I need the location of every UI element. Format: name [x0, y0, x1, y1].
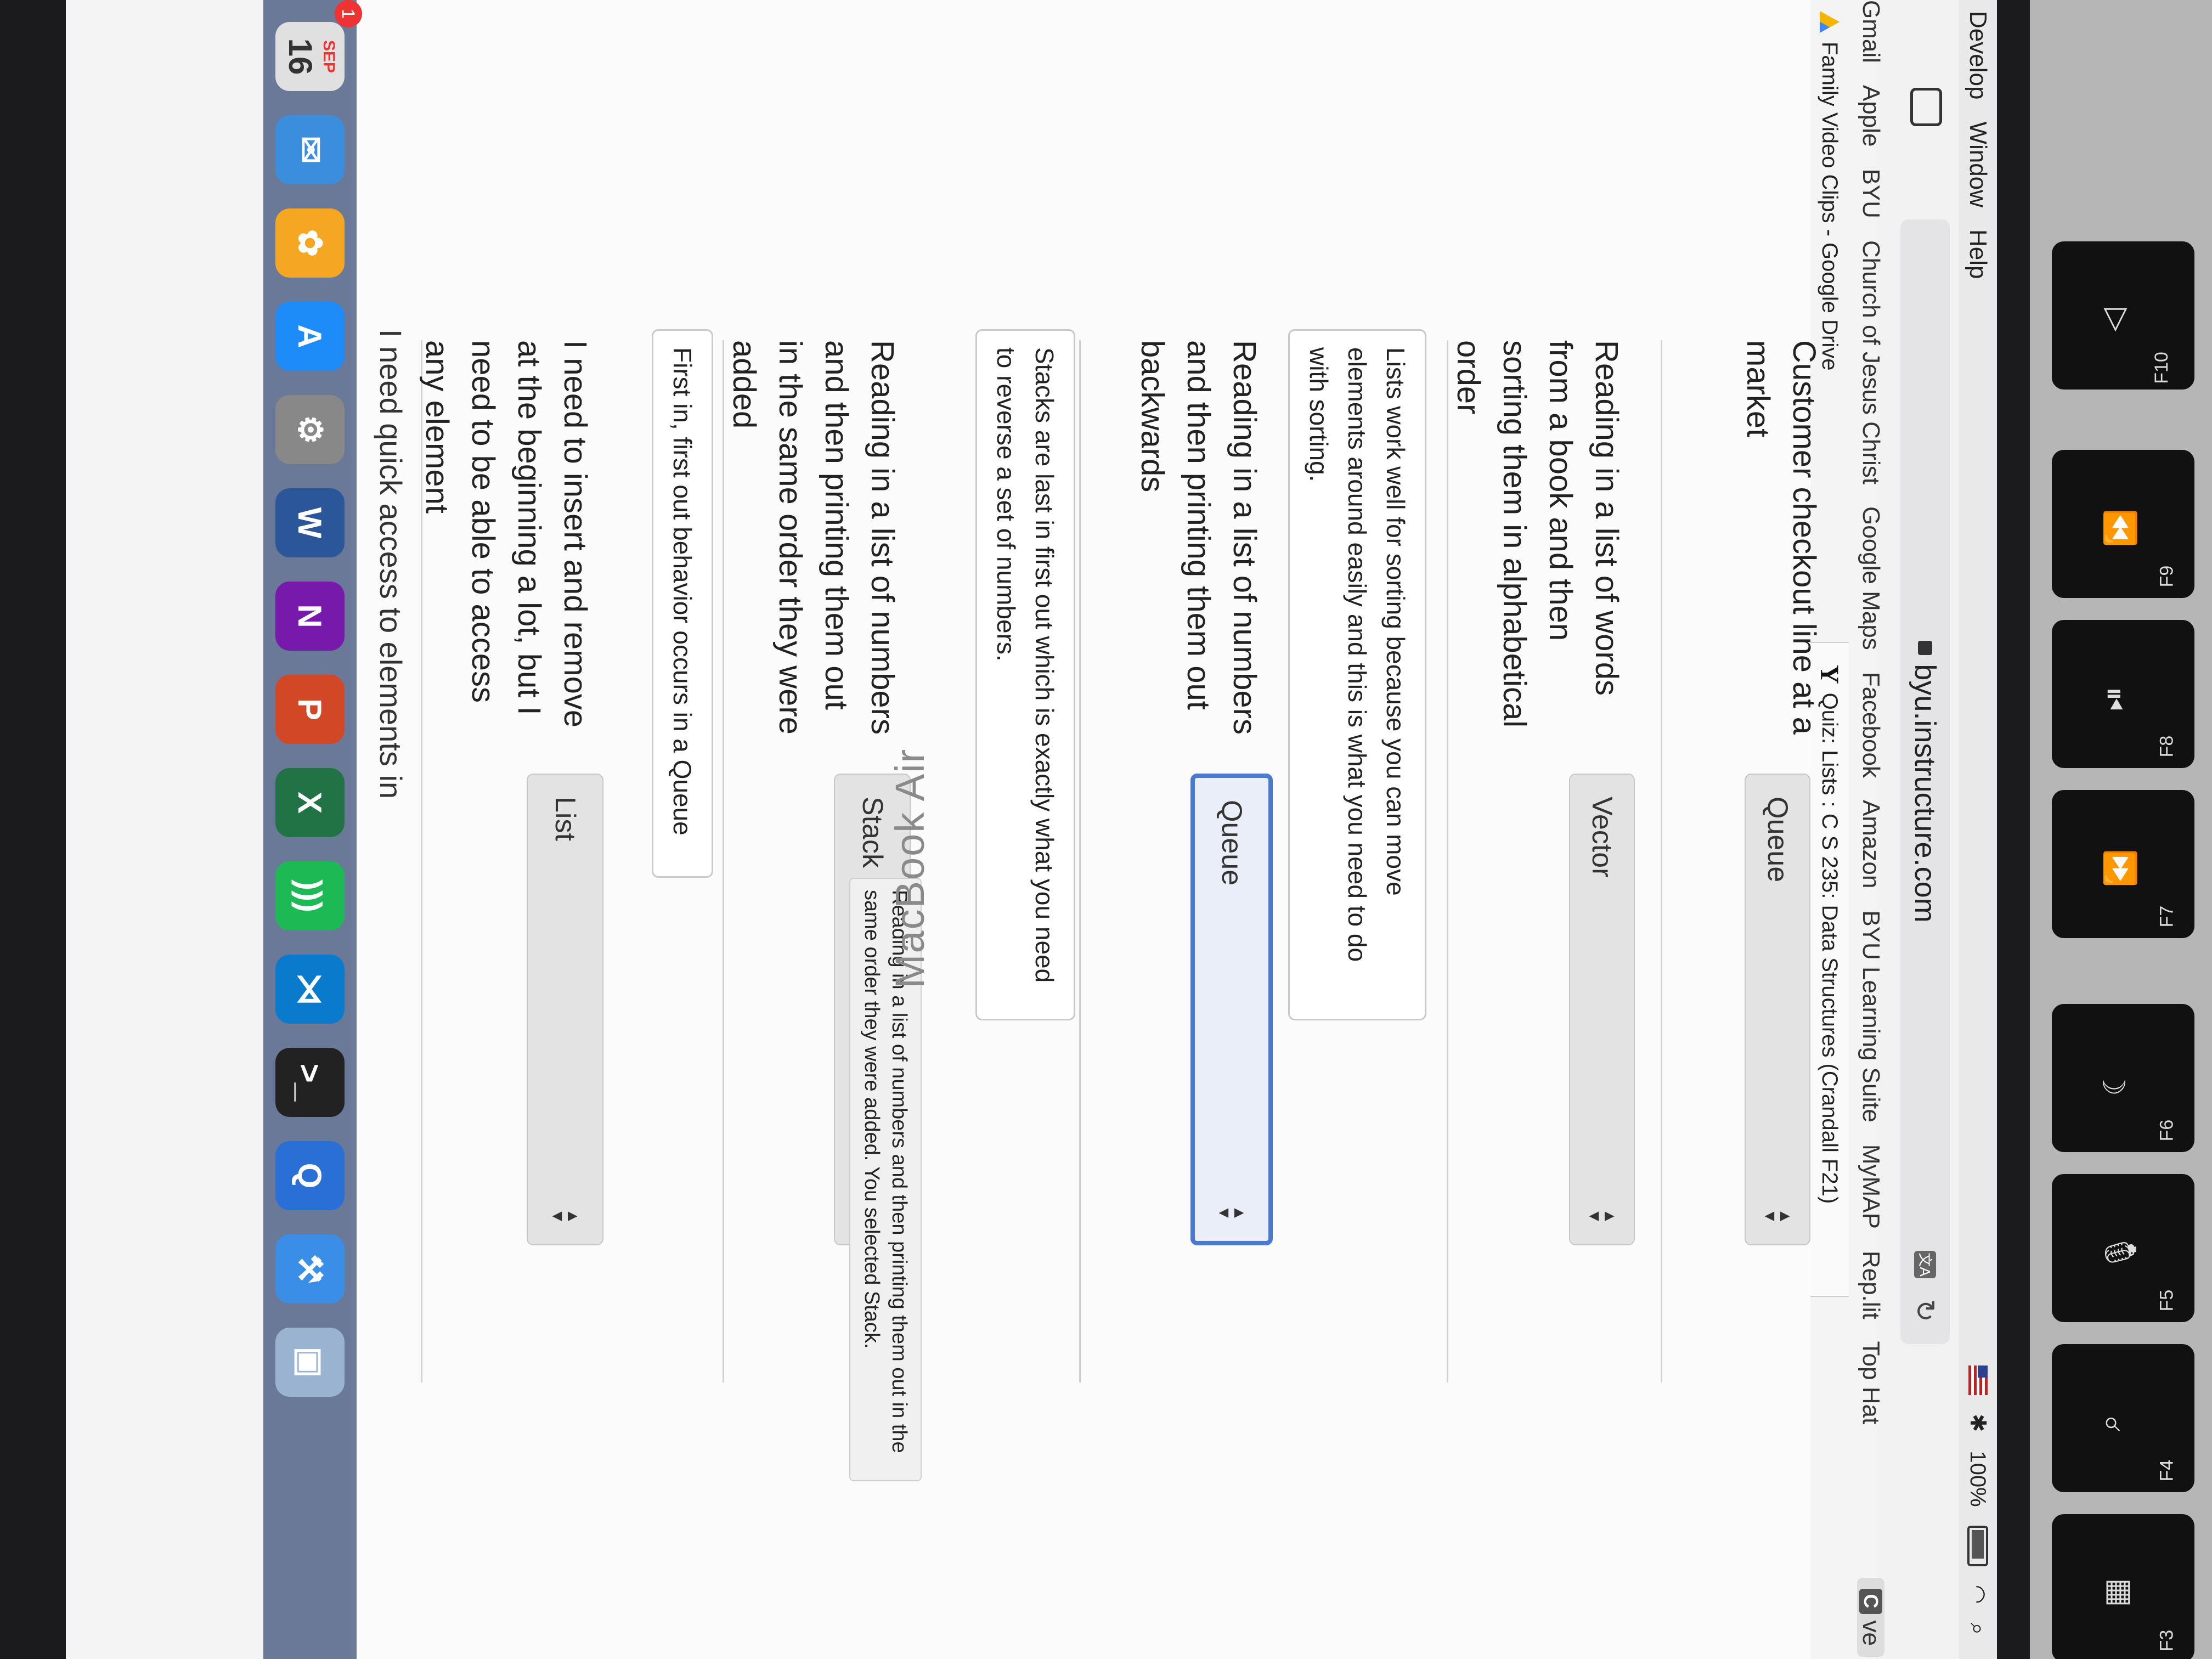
status-area: ✱ 100% ◠ ⌕	[1965, 1365, 1990, 1659]
bookmark-byu[interactable]: BYU	[1857, 168, 1884, 218]
menu-help[interactable]: Help	[1964, 229, 1991, 279]
select-arrows-icon: ▲▼	[1585, 1208, 1619, 1224]
select-value: List	[549, 797, 581, 841]
menu-bar: Develop Window Help ✱ 100% ◠ ⌕	[1959, 0, 1997, 1659]
settings-app-icon[interactable]: ⚙	[275, 395, 345, 464]
select-arrows-icon: ▲▼	[549, 1208, 582, 1224]
feedback-box: First in, first out behavior occurs in a…	[652, 329, 713, 878]
bookmark-gmail[interactable]: Gmail	[1857, 0, 1884, 63]
keyboard: F3 ▦ F4 ⌕ F5 🎙 F6 ☾ F7 ⏪ F8 ⏯ F9 ⏩ F10 ◁	[2030, 0, 2212, 1659]
answer-select[interactable]: Vector ▲ ▼	[1569, 774, 1635, 1245]
menu-develop[interactable]: Develop	[1964, 11, 1991, 99]
address-bar[interactable]: byu.instructure.com 文A ↻	[1900, 219, 1950, 1344]
key-f7[interactable]: F7 ⏪	[2052, 790, 2194, 938]
photos-app-icon[interactable]: ✿	[275, 208, 345, 278]
question-text: I need to insert and remove at the begin…	[419, 340, 593, 728]
bookmark-replit[interactable]: Rep.lit	[1857, 1251, 1884, 1319]
battery-percent: 100%	[1966, 1451, 1990, 1507]
bookmark-google-maps[interactable]: Google Maps	[1857, 506, 1884, 650]
extension-label: ve	[1858, 1620, 1884, 1646]
select-value: Queue	[1216, 800, 1248, 886]
question-row: Customer checkout line at a market Queue…	[1661, 340, 1822, 1383]
wifi-icon[interactable]: ◠	[1965, 1585, 1990, 1604]
feedback-box: Stacks are last in first out which is ex…	[975, 329, 1075, 1020]
vscode-app-icon[interactable]: ⋊	[275, 955, 345, 1024]
device-label: MacBook Air	[887, 748, 933, 989]
spotlight-search-icon[interactable]: ⌕	[1966, 1623, 1990, 1635]
translate-icon[interactable]: 文A	[1914, 1251, 1936, 1278]
url-text: byu.instructure.com	[1909, 664, 1942, 923]
answer-select[interactable]: Queue ▲ ▼	[1745, 774, 1810, 1245]
tab-bar: Family Video Clips - Google Drive Y Quiz…	[1810, 0, 1849, 1659]
question-text: Customer checkout line at a market	[1740, 340, 1822, 735]
question-row: Reading in a list of words from a book a…	[1447, 340, 1646, 1383]
bookmark-tophat[interactable]: Top Hat	[1857, 1341, 1884, 1425]
xcode-app-icon[interactable]: ⚒	[275, 1234, 345, 1304]
tab-label: Family Video Clips - Google Drive	[1818, 42, 1842, 371]
laptop-screen: Develop Window Help ✱ 100% ◠ ⌕ byu.instr…	[66, 0, 1997, 1659]
select-value: Queue	[1762, 797, 1793, 883]
quiz-content: Customer checkout line at a market Queue…	[351, 0, 1822, 1659]
dock: SEP 16 ✉ ✿ A ⚙ W N P X ))) ⋊ >_ Q ⚒ ▣ 1	[263, 0, 362, 1659]
mail-app-icon[interactable]: ✉	[275, 115, 345, 184]
appstore-app-icon[interactable]: A	[275, 302, 345, 371]
key-f5[interactable]: F5 🎙	[2052, 1174, 2194, 1322]
bookmark-amazon[interactable]: Amazon	[1857, 800, 1884, 888]
bookmark-facebook[interactable]: Facebook	[1857, 672, 1884, 778]
key-f10[interactable]: F10 ◁	[2052, 241, 2194, 390]
question-row: Reading in a list of numbers and then pr…	[1079, 340, 1284, 1383]
calendar-app-icon[interactable]: SEP 16	[275, 22, 345, 91]
select-value: Vector	[1586, 797, 1618, 878]
answer-select[interactable]: Queue ▲ ▼	[1190, 774, 1273, 1245]
answer-select[interactable]: List ▲ ▼	[527, 774, 603, 1245]
spotify-app-icon[interactable]: )))	[275, 861, 345, 930]
feedback-box: Lists work well for sorting because you …	[1288, 329, 1426, 1020]
calendar-day: 16	[282, 38, 319, 75]
sidebar-toggle-icon[interactable]	[1910, 88, 1942, 126]
notification-badge: 1	[335, 0, 362, 27]
excel-app-icon[interactable]: X	[275, 768, 345, 837]
terminal-app-icon[interactable]: >_	[275, 1048, 345, 1117]
word-app-icon[interactable]: W	[275, 488, 345, 557]
question-text: Reading in a list of numbers and then pr…	[726, 340, 900, 735]
quicktime-app-icon[interactable]: Q	[275, 1141, 345, 1210]
key-f3[interactable]: F3 ▦	[2052, 1514, 2194, 1659]
question-text: Reading in a list of numbers and then pr…	[1135, 340, 1262, 735]
question-text: Reading in a list of words from a book a…	[1451, 340, 1624, 728]
reload-icon[interactable]: ↻	[1909, 1299, 1941, 1322]
tab-quiz[interactable]: Y Quiz: Lists : C S 235: Data Structures…	[1810, 643, 1849, 1297]
input-source-flag-icon[interactable]	[1968, 1365, 1988, 1395]
bookmarks-bar: Gmail Apple BYU Church of Jesus Christ G…	[1852, 0, 1890, 1659]
menu-window[interactable]: Window	[1964, 121, 1991, 207]
bookmark-church[interactable]: Church of Jesus Christ	[1857, 240, 1884, 484]
tab-label: Quiz: Lists : C S 235: Data Structures (…	[1818, 692, 1842, 1204]
key-f4[interactable]: F4 ⌕	[2052, 1344, 2194, 1492]
preview-app-icon[interactable]: ▣	[275, 1328, 345, 1397]
select-value: Stack	[856, 797, 888, 868]
bluetooth-icon[interactable]: ✱	[1965, 1414, 1990, 1432]
google-drive-icon	[1820, 11, 1839, 33]
key-f9[interactable]: F9 ⏩	[2052, 450, 2194, 598]
battery-icon[interactable]	[1967, 1525, 1988, 1566]
key-f8[interactable]: F8 ⏯	[2052, 620, 2194, 768]
question-row: I need to insert and remove at the begin…	[419, 340, 614, 1383]
calendar-month: SEP	[320, 40, 338, 74]
bookmark-mymap[interactable]: MyMAP	[1857, 1144, 1884, 1229]
select-arrows-icon: ▲▼	[1761, 1208, 1795, 1224]
select-arrows-icon: ▲▼	[1215, 1205, 1249, 1221]
bookmark-learning-suite[interactable]: BYU Learning Suite	[1857, 910, 1884, 1122]
onenote-app-icon[interactable]: N	[275, 582, 345, 651]
photo: Develop Window Help ✱ 100% ◠ ⌕ byu.instr…	[0, 0, 2212, 1659]
powerpoint-app-icon[interactable]: P	[275, 675, 345, 744]
extension-badge: C	[1859, 1588, 1882, 1614]
lock-icon	[1918, 641, 1932, 656]
bookmark-apple[interactable]: Apple	[1857, 85, 1884, 147]
key-f6[interactable]: F6 ☾	[2052, 1004, 2194, 1152]
extension-pill[interactable]: C ve	[1857, 1577, 1884, 1657]
next-question-partial: I need quick access to elements in	[374, 329, 408, 799]
